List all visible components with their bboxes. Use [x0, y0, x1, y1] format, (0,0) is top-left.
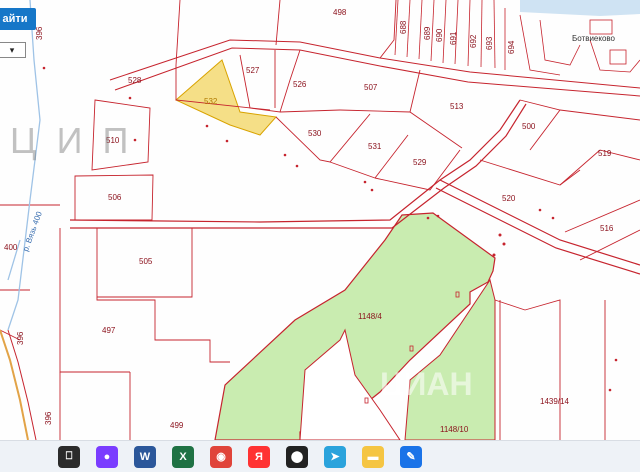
plot-label-690: 690 [435, 28, 444, 42]
plot-label-396-top: 396 [35, 26, 44, 40]
plot-label-691: 691 [449, 31, 458, 45]
alice-icon[interactable]: ● [96, 445, 118, 468]
plot-label-500: 500 [522, 122, 536, 131]
plot-label-693: 693 [485, 36, 494, 50]
plot-label-507: 507 [364, 83, 378, 92]
excel-icon[interactable]: X [172, 445, 194, 468]
plot-label-529: 529 [413, 158, 427, 167]
paint-icon[interactable]: ✎ [400, 445, 422, 468]
yandex-icon[interactable]: Я [248, 445, 270, 468]
plot-label-520: 520 [502, 194, 516, 203]
cian-watermark: ЦИАН [380, 366, 473, 402]
tor-icon[interactable]: ⬤ [286, 445, 308, 468]
cadastral-map[interactable]: 498 688 689 690 691 692 693 694 528 527 … [0, 0, 640, 441]
plot-label-499: 499 [170, 421, 184, 430]
map-canvas[interactable] [0, 0, 640, 441]
plot-label-519: 519 [598, 149, 612, 158]
file-explorer-icon[interactable]: ⎕ [58, 445, 80, 468]
plot-label-694: 694 [507, 40, 516, 54]
plot-label-530: 530 [308, 129, 322, 138]
word-icon[interactable]: W [134, 445, 156, 468]
plot-label-528: 528 [128, 76, 142, 85]
plot-label-527: 527 [246, 66, 260, 75]
plot-label-497: 497 [102, 326, 116, 335]
chrome-icon[interactable]: ◉ [210, 445, 232, 468]
telegram-icon[interactable]: ➤ [324, 445, 346, 468]
layer-select[interactable]: ▾ [0, 42, 26, 58]
plot-label-692: 692 [469, 34, 478, 48]
plot-label-689: 689 [423, 26, 432, 40]
plot-label-532: 532 [204, 97, 218, 106]
plot-label-1148-10: 1148/10 [440, 425, 469, 434]
chevron-down-icon: ▾ [9, 44, 15, 55]
plot-label-531: 531 [368, 142, 382, 151]
plot-label-396-bottom: 396 [44, 411, 53, 425]
plot-label-396-mid: 396 [16, 331, 25, 345]
folder-icon[interactable]: ▬ [362, 445, 384, 468]
taskbar: ⎕ ● W X ◉ Я ⬤ ➤ ▬ ✎ [0, 440, 640, 472]
village-label: Ботвиеково [572, 34, 616, 43]
plot-label-688: 688 [399, 20, 408, 34]
watermark: ЦИП [10, 120, 149, 161]
plot-label-400: 400 [4, 243, 18, 252]
plot-label-1148-4: 1148/4 [358, 312, 382, 321]
plot-label-526: 526 [293, 80, 307, 89]
plot-label-505: 505 [139, 257, 153, 266]
find-button[interactable]: айти [0, 8, 36, 30]
plot-label-1439-14: 1439/14 [540, 397, 569, 406]
plot-label-513: 513 [450, 102, 464, 111]
plot-label-516: 516 [600, 224, 614, 233]
plot-label-498: 498 [333, 8, 347, 17]
plot-label-506: 506 [108, 193, 122, 202]
